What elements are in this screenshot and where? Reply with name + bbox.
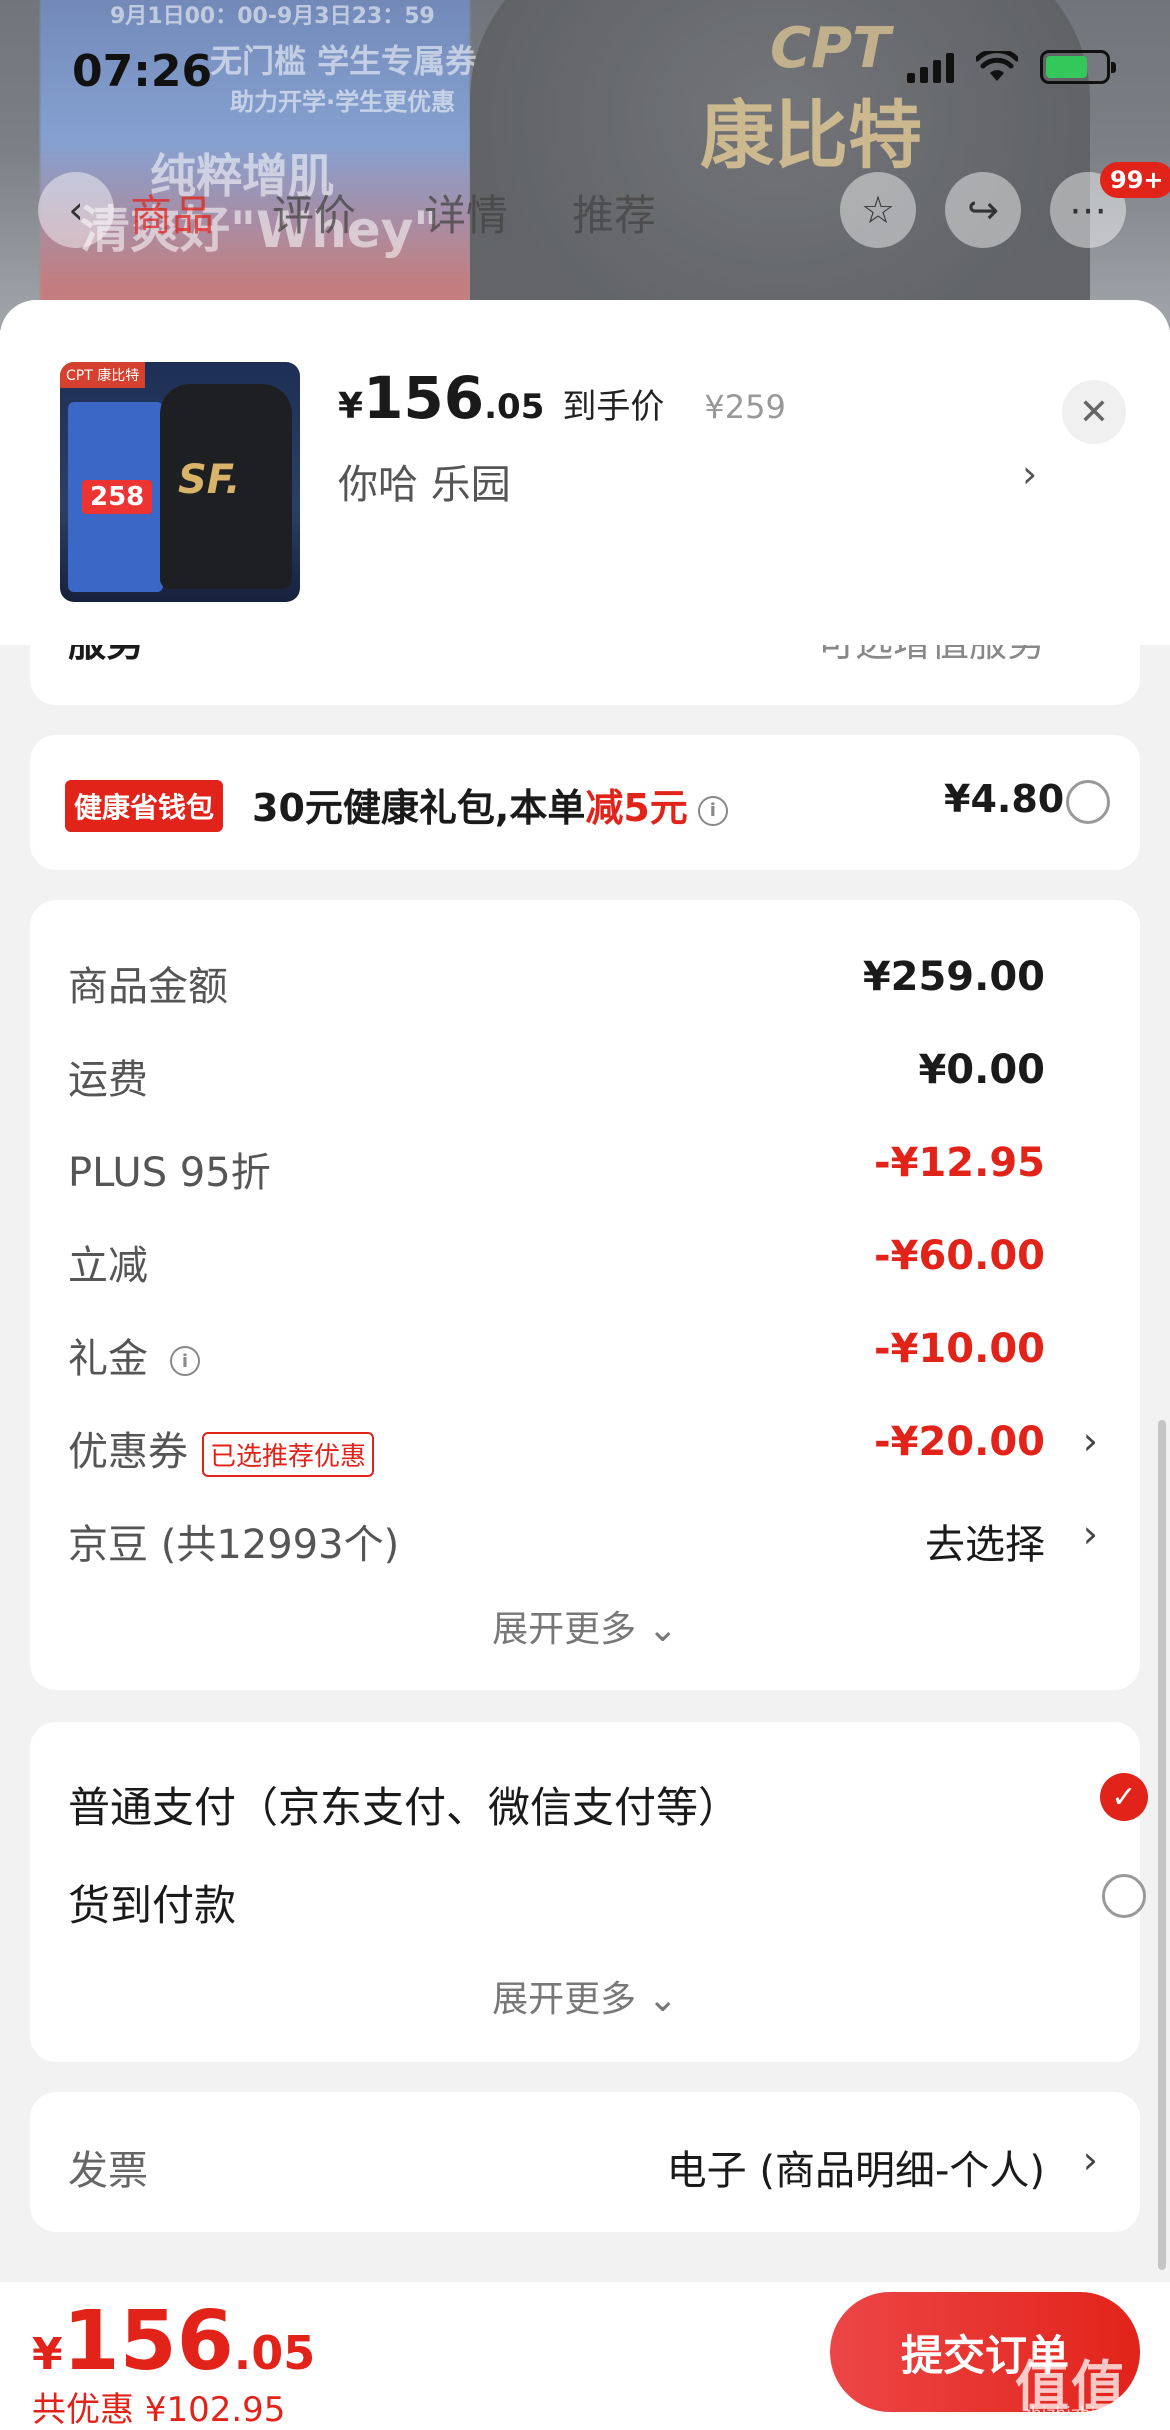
tab-details[interactable]: 详情 [424,182,508,243]
fee-value: ¥0.00 [918,1047,1045,1093]
payment-method-card: 普通支付（京东支付、微信支付等） ✓ 货到付款 展开更多 ⌄ [30,1722,1148,2062]
thumb-price: 258 [82,480,153,514]
total-price: ¥ 156 .05 [32,2294,315,2389]
total-currency: ¥ [32,2329,63,2380]
fee-value: ¥259.00 [862,954,1045,1000]
expand-more-fees[interactable]: 展开更多 ⌄ [30,1600,1140,1652]
chevron-right-icon[interactable]: › [1083,1419,1098,1463]
cellular-signal-icon [907,51,954,83]
fee-label: 京豆 (共12993个) [68,1522,400,1568]
payment-radio-cod[interactable] [1102,1874,1146,1918]
product-price: ¥ 156 .05 到手价 ¥259 [338,364,786,432]
fee-row-goods: 商品金额 ¥259.00 [30,940,1140,1010]
chevron-down-icon: ⌄ [647,1979,678,2020]
wallet-tag: 健康省钱包 [65,780,224,832]
wallet-description: 30元健康礼包,本单减5元 i [252,777,728,832]
chevron-right-icon[interactable]: › [1083,1512,1098,1556]
scrollbar[interactable] [1158,1420,1166,2270]
payment-option-cod[interactable]: 货到付款 [68,1872,236,1933]
status-icons [907,50,1116,84]
favorite-icon[interactable]: ☆ [840,172,916,248]
fee-row-instant-discount: 立减 -¥60.00 [30,1219,1140,1289]
fee-label: 商品金额 [68,964,228,1010]
invoice-label: 发票 [68,2148,148,2194]
chevron-right-icon[interactable]: › [1083,2138,1098,2182]
back-icon[interactable]: ‹ [38,172,114,248]
coupon-tag: 已选推荐优惠 [202,1431,375,1477]
info-icon[interactable]: i [170,1346,200,1376]
thumb-sf-logo: SF. [178,457,241,503]
price-label: 到手价 [562,387,665,427]
checkout-bar: ¥ 156 .05 共优惠 ¥102.95 提交订单 [0,2282,1170,2430]
status-time: 07:26 [72,46,213,97]
fee-value: -¥10.00 [874,1326,1045,1372]
product-top-nav: ‹ 商品 评价 详情 推荐 ☆ ↪ ⋯ [0,168,1170,248]
fee-label: 礼金 i [68,1326,200,1384]
fee-row-gift-money: 礼金 i -¥10.00 [30,1312,1140,1382]
invoice-value[interactable]: 电子 (商品明细-个人) [667,2138,1045,2196]
battery-icon [1040,50,1116,84]
expand-label: 展开更多 [492,1609,637,1650]
fee-label: 优惠券 已选推荐优惠 [68,1419,375,1477]
fee-value: -¥20.00 [874,1419,1045,1465]
chevron-right-icon[interactable]: › [1022,452,1037,496]
check-icon[interactable]: ✓ [1100,1773,1148,1821]
fee-row-plus: PLUS 95折 -¥12.95 [30,1126,1140,1196]
tab-product[interactable]: 商品 [130,182,214,243]
fee-row-jingdou[interactable]: 京豆 (共12993个) 去选择 › [30,1498,1140,1568]
wallet-radio[interactable] [1066,780,1110,824]
fee-label-text: 礼金 [68,1336,148,1382]
fee-row-shipping: 运费 ¥0.00 [30,1033,1140,1103]
price-currency: ¥ [338,386,364,427]
store-name[interactable]: 你哈 乐园 [338,452,511,510]
total-discount: 共优惠 ¥102.95 [32,2390,286,2430]
tab-reviews[interactable]: 评价 [272,182,356,243]
fee-label: 立减 [68,1243,148,1289]
wifi-icon [976,51,1018,81]
fee-label-text: 优惠券 [68,1429,188,1475]
close-icon[interactable]: ✕ [1062,380,1126,444]
price-integer: 156 [363,364,485,432]
share-icon[interactable]: ↪ [945,172,1021,248]
fee-label: PLUS 95折 [68,1150,271,1196]
info-icon[interactable]: i [697,795,728,826]
invoice-card[interactable]: 发票 电子 (商品明细-个人) › [30,2092,1140,2232]
wallet-amount: ¥4.80 [944,777,1065,821]
price-decimal: .05 [484,387,545,427]
health-wallet-card: 健康省钱包 30元健康礼包,本单减5元 i ¥4.80 [30,735,1140,870]
fee-row-coupon[interactable]: 优惠券 已选推荐优惠 -¥20.00 › [30,1405,1140,1477]
fee-label: 运费 [68,1057,148,1103]
expand-more-payment[interactable]: 展开更多 ⌄ [30,1970,1140,2022]
fee-value[interactable]: 去选择 [925,1512,1045,1570]
payment-option-standard[interactable]: 普通支付（京东支付、微信支付等） [68,1774,740,1835]
wallet-desc-prefix: 30元健康礼包,本单 [252,786,586,830]
thumb-brand-logo: CPT 康比特 [60,362,146,388]
tab-recommend[interactable]: 推荐 [572,182,656,243]
message-badge: 99+ [1100,162,1170,198]
order-sheet-header: 258 SF. CPT 康比特 ¥ 156 .05 到手价 ¥259 你哈 乐园… [0,300,1170,645]
original-price: ¥259 [704,388,786,426]
chevron-down-icon: ⌄ [647,1609,678,1650]
watermark-url: zhizhizhi.com [1022,2404,1137,2424]
total-integer: 156 [62,2294,234,2389]
total-decimal: .05 [233,2326,316,2380]
product-thumbnail: 258 SF. CPT 康比特 [60,362,300,602]
fee-breakdown-card: 商品金额 ¥259.00 运费 ¥0.00 PLUS 95折 -¥12.95 立… [30,900,1140,1690]
fee-value: -¥60.00 [874,1233,1045,1279]
expand-label: 展开更多 [492,1979,637,2020]
fee-value: -¥12.95 [874,1140,1045,1186]
wallet-desc-highlight: 减5元 [585,786,688,830]
